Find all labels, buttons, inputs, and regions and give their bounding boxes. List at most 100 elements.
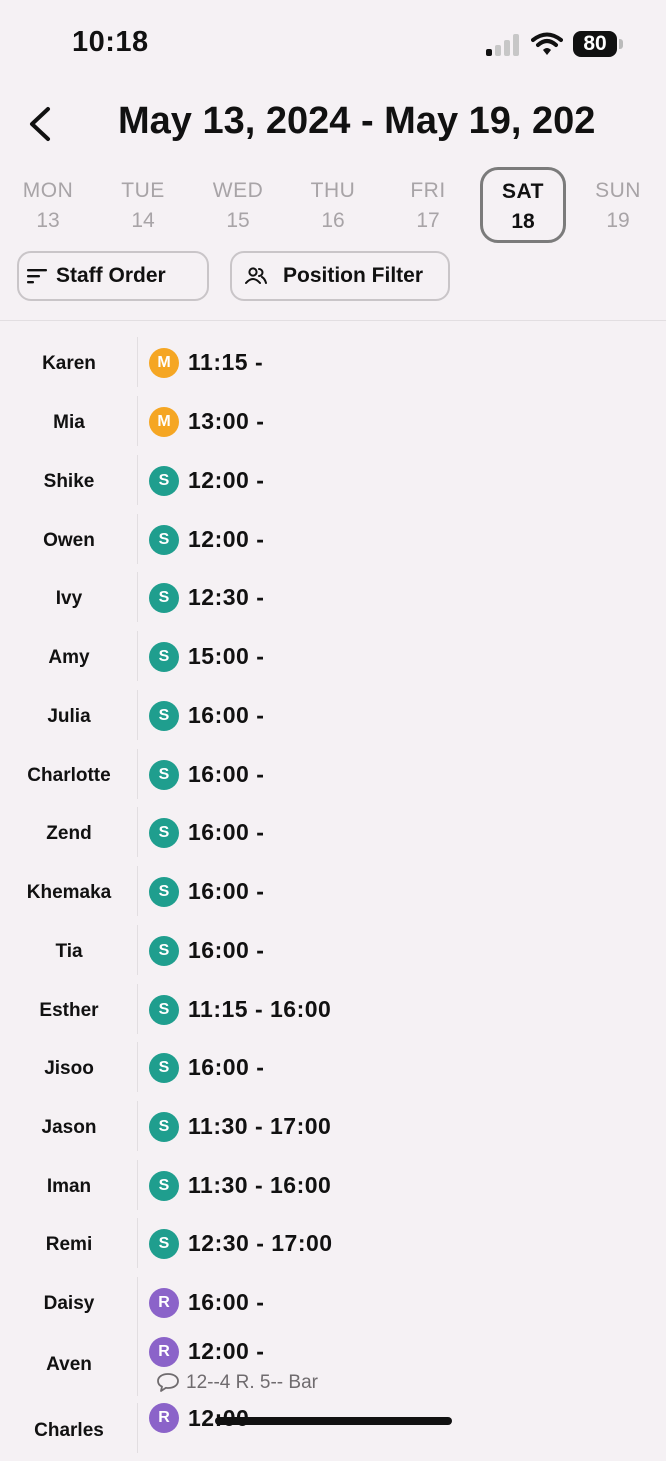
- staff-name: Iman: [46, 1176, 92, 1197]
- staff-name: Tia: [55, 941, 83, 962]
- staff-row[interactable]: Remi S 12:30 - 17:00: [0, 1218, 666, 1276]
- shift-time: 16:00 -: [188, 878, 265, 904]
- staff-row[interactable]: Jisoo S 16:00 -: [0, 1042, 666, 1100]
- day-tab-wed[interactable]: WED 15: [195, 168, 281, 244]
- wifi-icon: [531, 32, 563, 55]
- day-tab-mon[interactable]: MON 13: [5, 168, 91, 244]
- shift-time: 11:30 - 17:00: [188, 1113, 332, 1139]
- staff-name: Charlotte: [27, 765, 111, 786]
- column-divider: [137, 572, 138, 622]
- staff-row[interactable]: Aven R 12:00 - 12--4 R. 5-- Bar: [0, 1326, 666, 1402]
- staff-row[interactable]: Karen M 11:15 -: [0, 337, 666, 395]
- shift-time: 16:00 -: [188, 702, 265, 728]
- shift-time: 16:00 -: [188, 819, 265, 845]
- shift-time: 15:00 -: [188, 643, 265, 669]
- role-badge: R: [149, 1288, 179, 1318]
- shift-time: 11:30 - 16:00: [188, 1172, 332, 1198]
- shift-time: 16:00 -: [188, 937, 265, 963]
- battery-cap: [619, 39, 623, 49]
- shift-time: 12:00 -: [188, 467, 265, 493]
- column-divider: [137, 866, 138, 916]
- day-tab-sun[interactable]: SUN 19: [575, 168, 661, 244]
- role-badge: S: [149, 995, 179, 1025]
- day-tab-sat[interactable]: SAT 18: [480, 167, 566, 243]
- staff-name: Amy: [48, 647, 90, 668]
- day-tab-tue[interactable]: TUE 14: [100, 168, 186, 244]
- shift-time: 12:00 -: [188, 1338, 265, 1364]
- cellular-signal-icon: [486, 34, 520, 56]
- staff-name: Khemaka: [26, 882, 112, 903]
- role-badge: S: [149, 1171, 179, 1201]
- column-divider: [137, 807, 138, 857]
- column-divider: [137, 1101, 138, 1151]
- home-indicator[interactable]: [215, 1417, 452, 1425]
- staff-name: Jisoo: [44, 1058, 94, 1079]
- staff-row[interactable]: Esther S 11:15 - 16:00: [0, 984, 666, 1042]
- day-name: THU: [310, 179, 356, 202]
- shift-note-text: 12--4 R. 5-- Bar: [186, 1372, 318, 1393]
- role-badge: S: [149, 1229, 179, 1259]
- back-chevron-icon[interactable]: [22, 104, 62, 144]
- role-badge: M: [149, 348, 179, 378]
- day-name: TUE: [121, 179, 165, 202]
- role-badge: S: [149, 818, 179, 848]
- staff-name: Remi: [45, 1234, 93, 1255]
- day-tab-thu[interactable]: THU 16: [290, 168, 376, 244]
- staff-row[interactable]: Mia M 13:00 -: [0, 396, 666, 454]
- staff-row[interactable]: Charles R 12:00: [0, 1403, 666, 1461]
- role-badge: S: [149, 1112, 179, 1142]
- shift-time: 11:15 -: [188, 349, 264, 375]
- day-number: 16: [321, 209, 345, 232]
- staff-row[interactable]: Khemaka S 16:00 -: [0, 866, 666, 924]
- day-name: MON: [22, 179, 74, 202]
- column-divider: [137, 337, 138, 387]
- staff-name: Mia: [53, 412, 85, 433]
- day-number: 15: [226, 209, 250, 232]
- staff-row[interactable]: Zend S 16:00 -: [0, 807, 666, 865]
- staff-row[interactable]: Amy S 15:00 -: [0, 631, 666, 689]
- role-badge: S: [149, 1053, 179, 1083]
- column-divider: [137, 1218, 138, 1268]
- status-bar: 10:18 80: [0, 0, 666, 90]
- role-badge: S: [149, 760, 179, 790]
- staff-name: Aven: [46, 1354, 92, 1375]
- column-divider: [137, 1042, 138, 1092]
- role-badge: S: [149, 936, 179, 966]
- role-badge: S: [149, 583, 179, 613]
- role-badge: S: [149, 642, 179, 672]
- position-filter-button[interactable]: Position Filter: [230, 251, 450, 301]
- staff-row[interactable]: Shike S 12:00 -: [0, 455, 666, 513]
- staff-name: Owen: [43, 530, 95, 551]
- column-divider: [137, 1277, 138, 1327]
- position-filter-label: Position Filter: [283, 264, 424, 287]
- battery-level: 80: [573, 31, 617, 57]
- shift-time: 12:30 - 17:00: [188, 1230, 333, 1256]
- column-divider: [137, 514, 138, 564]
- staff-name: Daisy: [43, 1293, 95, 1314]
- staff-name: Zend: [46, 823, 92, 844]
- role-badge: S: [149, 701, 179, 731]
- day-number: 17: [416, 209, 440, 232]
- staff-row[interactable]: Julia S 16:00 -: [0, 690, 666, 748]
- comment-bubble-icon: [157, 1373, 179, 1392]
- staff-name: Esther: [39, 1000, 99, 1021]
- staff-row[interactable]: Charlotte S 16:00 -: [0, 749, 666, 807]
- column-divider: [137, 749, 138, 799]
- shift-time: 16:00 -: [188, 1054, 265, 1080]
- day-tab-fri[interactable]: FRI 17: [385, 168, 471, 244]
- shift-time: 12:00 -: [188, 526, 265, 552]
- day-number: 13: [36, 209, 60, 232]
- staff-order-button[interactable]: Staff Order: [17, 251, 209, 301]
- shift-note: 12--4 R. 5-- Bar: [156, 1372, 318, 1394]
- staff-row[interactable]: Owen S 12:00 -: [0, 514, 666, 572]
- staff-row[interactable]: Ivy S 12:30 -: [0, 572, 666, 630]
- column-divider: [137, 396, 138, 446]
- staff-name: Shike: [43, 471, 95, 492]
- sort-lines-icon: [27, 269, 47, 284]
- staff-row[interactable]: Iman S 11:30 - 16:00: [0, 1160, 666, 1218]
- staff-row[interactable]: Jason S 11:30 - 17:00: [0, 1101, 666, 1159]
- shift-time: 16:00 -: [188, 761, 265, 787]
- role-badge: S: [149, 466, 179, 496]
- shift-time: 13:00 -: [188, 408, 265, 434]
- staff-row[interactable]: Tia S 16:00 -: [0, 925, 666, 983]
